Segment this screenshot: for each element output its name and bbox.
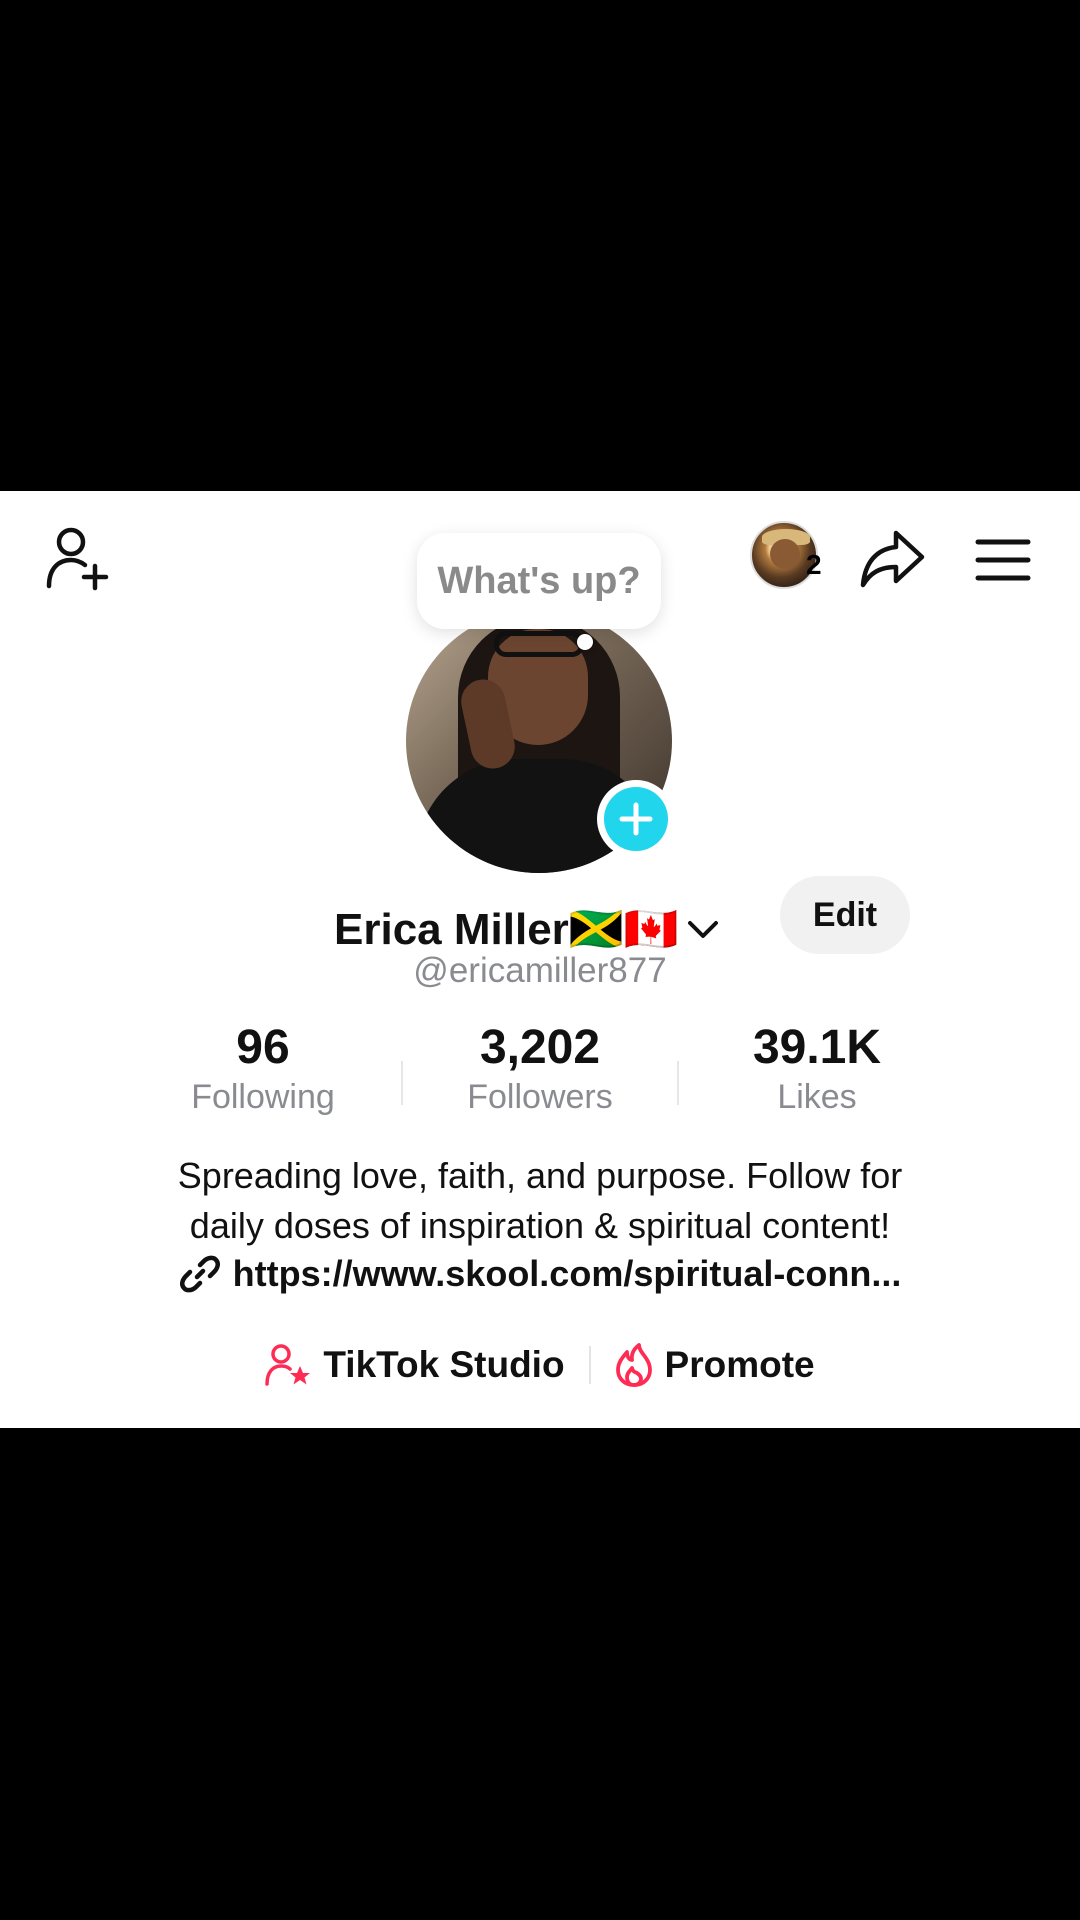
story-count: 2 [806, 549, 822, 580]
person-star-icon [265, 1344, 311, 1386]
stats-row: 96 Following 3,202 Followers 39.1K Likes [125, 1021, 955, 1121]
link-icon [179, 1255, 220, 1293]
person-plus-icon [46, 527, 109, 591]
stat-label: Following [191, 1078, 335, 1116]
plus-icon [619, 802, 653, 836]
hamburger-menu-icon [975, 539, 1031, 581]
tiktok-studio-label: TikTok Studio [323, 1344, 565, 1385]
bio-link[interactable]: https://www.skool.com/spiritual-conn... [0, 1253, 1080, 1295]
creator-actions: TikTok Studio Promote [0, 1343, 1080, 1387]
stat-likes[interactable]: 39.1K Likes [687, 1021, 947, 1119]
share-arrow-icon [860, 530, 925, 588]
add-friend-button[interactable] [40, 521, 116, 597]
menu-button[interactable] [965, 525, 1041, 595]
note-bubble[interactable]: What's up? [417, 533, 661, 629]
profile-name: Erica Miller🇯🇲🇨🇦 [334, 905, 679, 954]
profile-panel: What's up? 2 Erica Miller🇯🇲🇨🇦 Edit @eric… [0, 491, 1080, 1428]
stat-value: 39.1K [752, 1021, 882, 1074]
stat-label: Followers [467, 1078, 613, 1116]
stat-divider [401, 1061, 403, 1105]
stat-value: 3,202 [479, 1021, 601, 1074]
stat-divider [677, 1061, 679, 1105]
note-text: What's up? [437, 559, 641, 602]
bio-text: Spreading love, faith, and purpose. Foll… [60, 1151, 1020, 1251]
stat-value: 96 [236, 1021, 290, 1074]
stat-label: Likes [777, 1078, 857, 1116]
stat-following[interactable]: 96 Following [133, 1021, 393, 1119]
add-story-button[interactable] [597, 780, 675, 858]
promote-label: Promote [664, 1344, 815, 1385]
note-bubble-tail [577, 634, 593, 650]
share-button[interactable] [855, 521, 931, 597]
tiktok-studio-button[interactable]: TikTok Studio [265, 1344, 565, 1386]
edit-profile-button[interactable]: Edit [780, 876, 910, 954]
actions-divider [588, 1346, 591, 1384]
stat-followers[interactable]: 3,202 Followers [410, 1021, 670, 1119]
letterbox-top [0, 0, 1080, 491]
promote-button[interactable]: Promote [615, 1343, 815, 1387]
bio-line: Spreading love, faith, and purpose. Foll… [177, 1155, 903, 1196]
profile-handle: @ericamiller877 [413, 951, 667, 990]
bio-link-text: https://www.skool.com/spiritual-conn... [232, 1253, 902, 1294]
bio-line: daily doses of inspiration & spiritual c… [189, 1205, 891, 1246]
flame-icon [615, 1343, 652, 1387]
letterbox-bottom [0, 1428, 1080, 1920]
chevron-down-icon[interactable] [686, 917, 720, 941]
